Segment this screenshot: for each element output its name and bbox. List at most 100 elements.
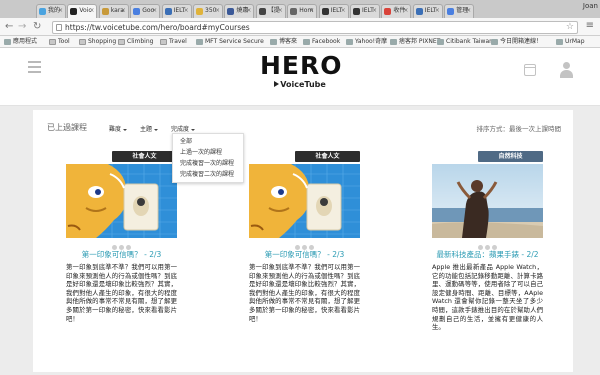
filter-topic[interactable]: 主題 xyxy=(140,124,159,133)
browser-menu-icon[interactable]: ≡ xyxy=(586,20,594,31)
browser-tab[interactable]: 管理 × xyxy=(444,4,475,18)
filter-completion[interactable]: 完成度 xyxy=(171,124,196,133)
reload-icon[interactable]: ↻ xyxy=(33,20,41,34)
sort-label[interactable]: 排序方式：最後一次上課時間 xyxy=(477,123,562,133)
browser-tab[interactable]: Goo × xyxy=(130,4,161,18)
browser-tab[interactable]: IELT × xyxy=(412,4,443,18)
apps-grid-icon xyxy=(4,39,11,45)
bookmark-label: MFT Service Secure xyxy=(205,38,264,45)
tab-close-icon[interactable]: × xyxy=(246,5,251,17)
dropdown-item-reviewed-twice[interactable]: 完成複習二次的課程 xyxy=(173,169,243,180)
browser-tab[interactable]: IELT × xyxy=(161,4,192,18)
tab-favicon-icon xyxy=(133,8,141,15)
browser-tab[interactable]: 【提 × xyxy=(255,4,286,18)
calendar-icon[interactable] xyxy=(524,64,536,76)
course-title[interactable]: 最新科技產品：蘋果手錶 - 2/2 xyxy=(432,249,543,260)
tab-close-icon[interactable]: × xyxy=(435,5,440,17)
dropdown-item-reviewed-once[interactable]: 完成複習一次的課程 xyxy=(173,158,243,169)
tab-close-icon[interactable]: × xyxy=(58,5,63,17)
bookmark-label: Climbing xyxy=(127,38,154,45)
browser-tab[interactable]: Hom × xyxy=(287,4,318,18)
caret-down-icon xyxy=(191,128,196,131)
browser-tab[interactable]: 收件 × xyxy=(381,4,412,18)
course-description: 第一印象到底準不準？我們可以用第一印象來預測他人的行為或個性嗎？到底是好印象還是… xyxy=(66,263,177,323)
browser-tab-bar: Joan 我的 × Voic × kara × Goo × IELT × 350 × 燒肅 × 【提 × Hom… xyxy=(0,0,600,18)
browser-tab[interactable]: Voic × xyxy=(67,4,98,18)
address-bar[interactable]: https://tw.voicetube.com/hero/board#myCo… xyxy=(52,21,578,34)
course-card[interactable]: 社會人文 第一印象可信嗎？ - 2/3 第一印象到底準不準？我們可以用第一印象來… xyxy=(249,150,360,358)
course-thumbnail[interactable] xyxy=(249,164,360,238)
profile-name[interactable]: Joan xyxy=(583,2,598,10)
completion-dropdown: 全部 上過一次的課程 完成複習一次的課程 完成複習二次的課程 xyxy=(172,133,244,183)
bookmark-item[interactable]: MFT Service Secure xyxy=(196,38,264,46)
bookmark-item[interactable]: 痞客邦 PIXNET xyxy=(390,38,440,46)
tab-close-icon[interactable]: × xyxy=(152,5,157,17)
back-arrow-icon[interactable]: ← xyxy=(5,20,13,34)
tab-close-icon[interactable]: × xyxy=(341,5,346,17)
bookmark-label: Shopping xyxy=(88,38,117,45)
section-title: 已上過課程 xyxy=(47,123,87,132)
bookmark-item[interactable]: Shopping xyxy=(79,38,116,46)
dropdown-item-taken-once[interactable]: 上過一次的課程 xyxy=(173,147,243,158)
tab-close-icon[interactable]: × xyxy=(309,5,314,17)
bookmark-item[interactable]: 博客來 xyxy=(270,38,297,46)
tab-favicon-icon xyxy=(164,8,172,15)
tab-favicon-icon xyxy=(70,8,78,15)
forward-arrow-icon[interactable]: → xyxy=(18,20,26,34)
tab-close-icon[interactable]: × xyxy=(184,5,189,17)
bookmark-item[interactable]: 今日開箱連線！ xyxy=(491,38,542,46)
course-description: Apple 推出最新產品 Apple Watch，它的功能包括記錄移動距離、計算… xyxy=(432,263,543,332)
tab-favicon-icon xyxy=(39,8,46,15)
tab-close-icon[interactable]: × xyxy=(121,5,126,17)
tab-close-icon[interactable]: × xyxy=(89,5,94,17)
course-title[interactable]: 第一印象可信嗎？ - 2/3 xyxy=(249,249,360,260)
caret-down-icon xyxy=(154,128,159,131)
tab-favicon-icon xyxy=(321,8,329,15)
browser-tab[interactable]: 350 × xyxy=(193,4,223,18)
folder-icon xyxy=(79,39,86,45)
site-favicon-icon xyxy=(390,39,397,45)
hero-logo[interactable]: HERO VoiceTube xyxy=(260,52,342,90)
bookmark-item[interactable]: Yahoo!奇摩 xyxy=(346,38,387,46)
bookmark-item[interactable]: Travel xyxy=(160,38,187,46)
course-thumbnail[interactable] xyxy=(432,164,543,238)
filter-difficulty[interactable]: 難度 xyxy=(109,124,128,133)
course-thumbnail[interactable] xyxy=(66,164,177,238)
category-badge: 社會人文 xyxy=(112,151,177,162)
url-text: https://tw.voicetube.com/hero/board#myCo… xyxy=(65,23,250,32)
tab-favicon-icon xyxy=(353,8,360,15)
hamburger-menu-icon[interactable] xyxy=(28,61,41,73)
course-title[interactable]: 第一印象可信嗎？ - 2/3 xyxy=(66,249,177,260)
folder-icon xyxy=(49,39,56,45)
bookmark-item[interactable]: Tool xyxy=(49,38,70,46)
tab-close-icon[interactable]: × xyxy=(215,5,220,17)
tab-close-icon[interactable]: × xyxy=(403,5,408,17)
bookmark-label: Yahoo!奇摩 xyxy=(355,38,388,45)
tab-close-icon[interactable]: × xyxy=(278,5,283,17)
browser-tab[interactable]: 燒肅 × xyxy=(224,4,255,18)
bookmark-item[interactable]: Climbing xyxy=(118,38,153,46)
course-card[interactable]: 自然科技 最新科技產品：蘋果手錶 - 2/2 Apple 推出最新產品 Appl… xyxy=(432,150,543,358)
tab-close-icon[interactable]: × xyxy=(466,5,471,17)
tab-close-icon[interactable]: × xyxy=(372,5,377,17)
bookmark-star-icon[interactable]: ☆ xyxy=(566,22,574,33)
browser-tab[interactable]: IELT × xyxy=(350,4,380,18)
folder-icon xyxy=(160,39,167,45)
course-card[interactable]: 社會人文 第一印象可信嗎？ - 2/3 第一印象到底準不準？我們可以用第一印象來… xyxy=(66,150,177,358)
course-description: 第一印象到底準不準？我們可以用第一印象來預測他人的行為或個性嗎？到底是好印象還是… xyxy=(249,263,360,323)
browser-tab[interactable]: kara × xyxy=(98,4,129,18)
bookmark-item[interactable]: Citibank Taiwan xyxy=(437,38,493,46)
bookmark-item[interactable]: UrMap xyxy=(556,38,585,46)
bookmark-label: Travel xyxy=(169,38,187,45)
browser-tab[interactable]: IELT × xyxy=(318,4,349,18)
bookmark-item[interactable]: 應用程式 xyxy=(4,38,37,46)
user-avatar-icon[interactable] xyxy=(560,62,573,78)
browser-tab[interactable]: 我的 × xyxy=(36,4,66,18)
bookmarks-bar: 應用程式 Tool Shopping Climbing Travel MFT Servic… xyxy=(0,36,600,48)
tab-favicon-icon xyxy=(227,8,235,15)
dropdown-item-all[interactable]: 全部 xyxy=(173,136,243,147)
bookmark-item[interactable]: Facebook xyxy=(303,38,340,46)
site-favicon-icon xyxy=(346,39,353,45)
bookmark-label: 應用程式 xyxy=(13,38,38,45)
category-badge: 自然科技 xyxy=(478,151,543,162)
